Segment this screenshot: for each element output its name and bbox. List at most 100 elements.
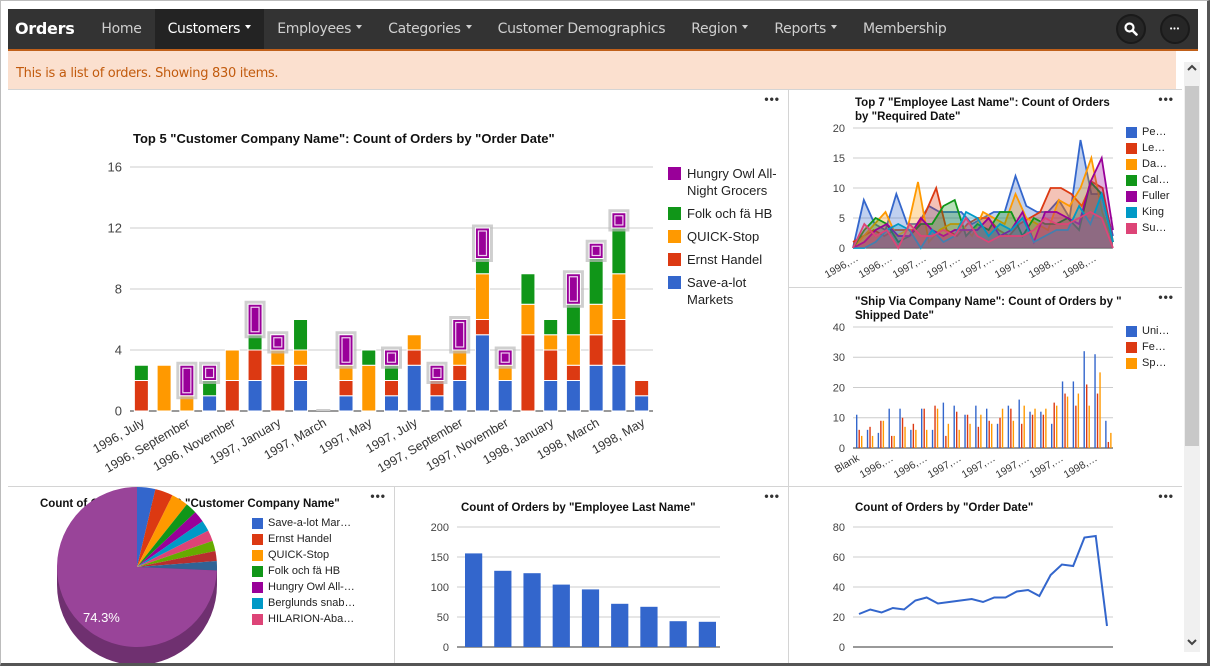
bar[interactable] [552,584,570,647]
bar[interactable] [1040,411,1042,448]
bar-segment[interactable] [520,303,536,336]
bar[interactable] [1056,405,1058,448]
legend-item[interactable]: Save-a-lot Markets [668,274,783,308]
bar[interactable] [1105,420,1107,448]
bar[interactable] [640,606,658,647]
legend-item[interactable]: King [1126,206,1170,218]
bar[interactable] [1001,408,1004,448]
bar[interactable] [891,435,893,448]
bar-segment[interactable] [520,273,536,305]
bar[interactable] [1094,354,1096,448]
bar-segment[interactable] [247,349,263,381]
bar[interactable] [1061,381,1064,448]
legend-item[interactable]: Save-a-lot Mar… [252,517,355,529]
bar[interactable] [931,429,934,448]
bar-segment[interactable] [543,319,559,336]
bar-segment[interactable] [588,334,604,366]
bar[interactable] [1053,402,1055,448]
bar[interactable] [999,417,1001,448]
bar-segment[interactable] [156,364,172,412]
bar[interactable] [899,408,901,448]
bar-segment[interactable] [565,364,581,381]
bar-segment[interactable] [565,334,581,366]
bar[interactable] [880,420,882,448]
series-line[interactable] [858,534,1108,627]
bar-segment[interactable] [588,258,604,305]
bar-segment[interactable] [588,242,604,259]
bar[interactable] [926,429,928,448]
legend-item[interactable]: Sp… [1126,357,1170,369]
bar[interactable] [1010,408,1012,448]
bar[interactable] [986,408,988,448]
bar[interactable] [975,405,977,448]
bar[interactable] [1066,396,1069,448]
nav-item-employees[interactable]: Employees [264,9,375,49]
bar-segment[interactable] [611,364,627,412]
bar-segment[interactable] [247,380,263,412]
bar[interactable] [871,435,874,448]
bar[interactable] [1064,393,1066,448]
legend-item[interactable]: Le… [1126,142,1170,154]
bar[interactable] [1075,405,1077,448]
bar-segment[interactable] [452,364,468,381]
bar-segment[interactable] [611,273,627,320]
bar-segment[interactable] [543,349,559,381]
bar[interactable] [1029,411,1031,448]
bar-segment[interactable] [224,380,240,412]
legend-item[interactable]: Folk och fä HB [668,205,783,222]
bar-segment[interactable] [293,364,309,381]
bar[interactable] [1096,393,1099,448]
bar-segment[interactable] [338,395,354,412]
bar-segment[interactable] [293,380,309,412]
legend-item[interactable]: Folk och fä HB [252,565,355,577]
bar[interactable] [991,423,993,448]
bar-segment[interactable] [247,303,263,336]
bar[interactable] [915,429,917,448]
bar[interactable] [1083,351,1085,448]
bar-segment[interactable] [474,319,490,336]
bar[interactable] [912,423,915,448]
bar-segment[interactable] [634,395,650,412]
bar-segment[interactable] [361,364,377,412]
bar-segment[interactable] [565,273,581,305]
bar-segment[interactable] [634,380,650,397]
legend-item[interactable]: Su… [1126,222,1170,234]
bar[interactable] [923,408,925,448]
bar[interactable] [934,405,936,448]
bar[interactable] [882,420,885,448]
bar-segment[interactable] [429,364,445,381]
legend-item[interactable]: Berglunds snab… [252,597,355,609]
nav-item-categories[interactable]: Categories [375,9,484,49]
bar[interactable] [1051,423,1053,448]
bar-segment[interactable] [565,303,581,336]
bar[interactable] [1072,381,1075,448]
bar[interactable] [1018,399,1020,448]
bar[interactable] [1007,405,1010,448]
bar[interactable] [866,429,869,448]
bar[interactable] [958,429,960,448]
bar-segment[interactable] [474,227,490,259]
nav-item-home[interactable]: Home [88,9,154,49]
bar[interactable] [910,429,912,448]
bar[interactable] [969,423,971,448]
legend-item[interactable]: Cal… [1126,174,1170,186]
bar[interactable] [904,426,906,448]
bar[interactable] [611,603,629,647]
bar[interactable] [964,414,966,448]
bar-segment[interactable] [338,380,354,397]
bar[interactable] [953,405,955,448]
bar-segment[interactable] [611,319,627,366]
bar-segment[interactable] [384,395,399,412]
bar-segment[interactable] [543,334,559,351]
bar-segment[interactable] [293,319,309,351]
legend-item[interactable]: Fuller [1126,190,1170,202]
legend-item[interactable]: HILARION-Aba… [252,613,355,625]
bar-segment[interactable] [497,380,513,412]
nav-item-customers[interactable]: Customers [154,9,265,49]
nav-item-customer-demographics[interactable]: Customer Demographics [485,9,679,49]
bar-segment[interactable] [133,364,149,381]
search-button[interactable] [1116,14,1146,44]
scroll-up-button[interactable] [1184,62,1200,78]
legend-item[interactable]: QUICK-Stop [668,228,783,245]
bar[interactable] [581,589,600,647]
